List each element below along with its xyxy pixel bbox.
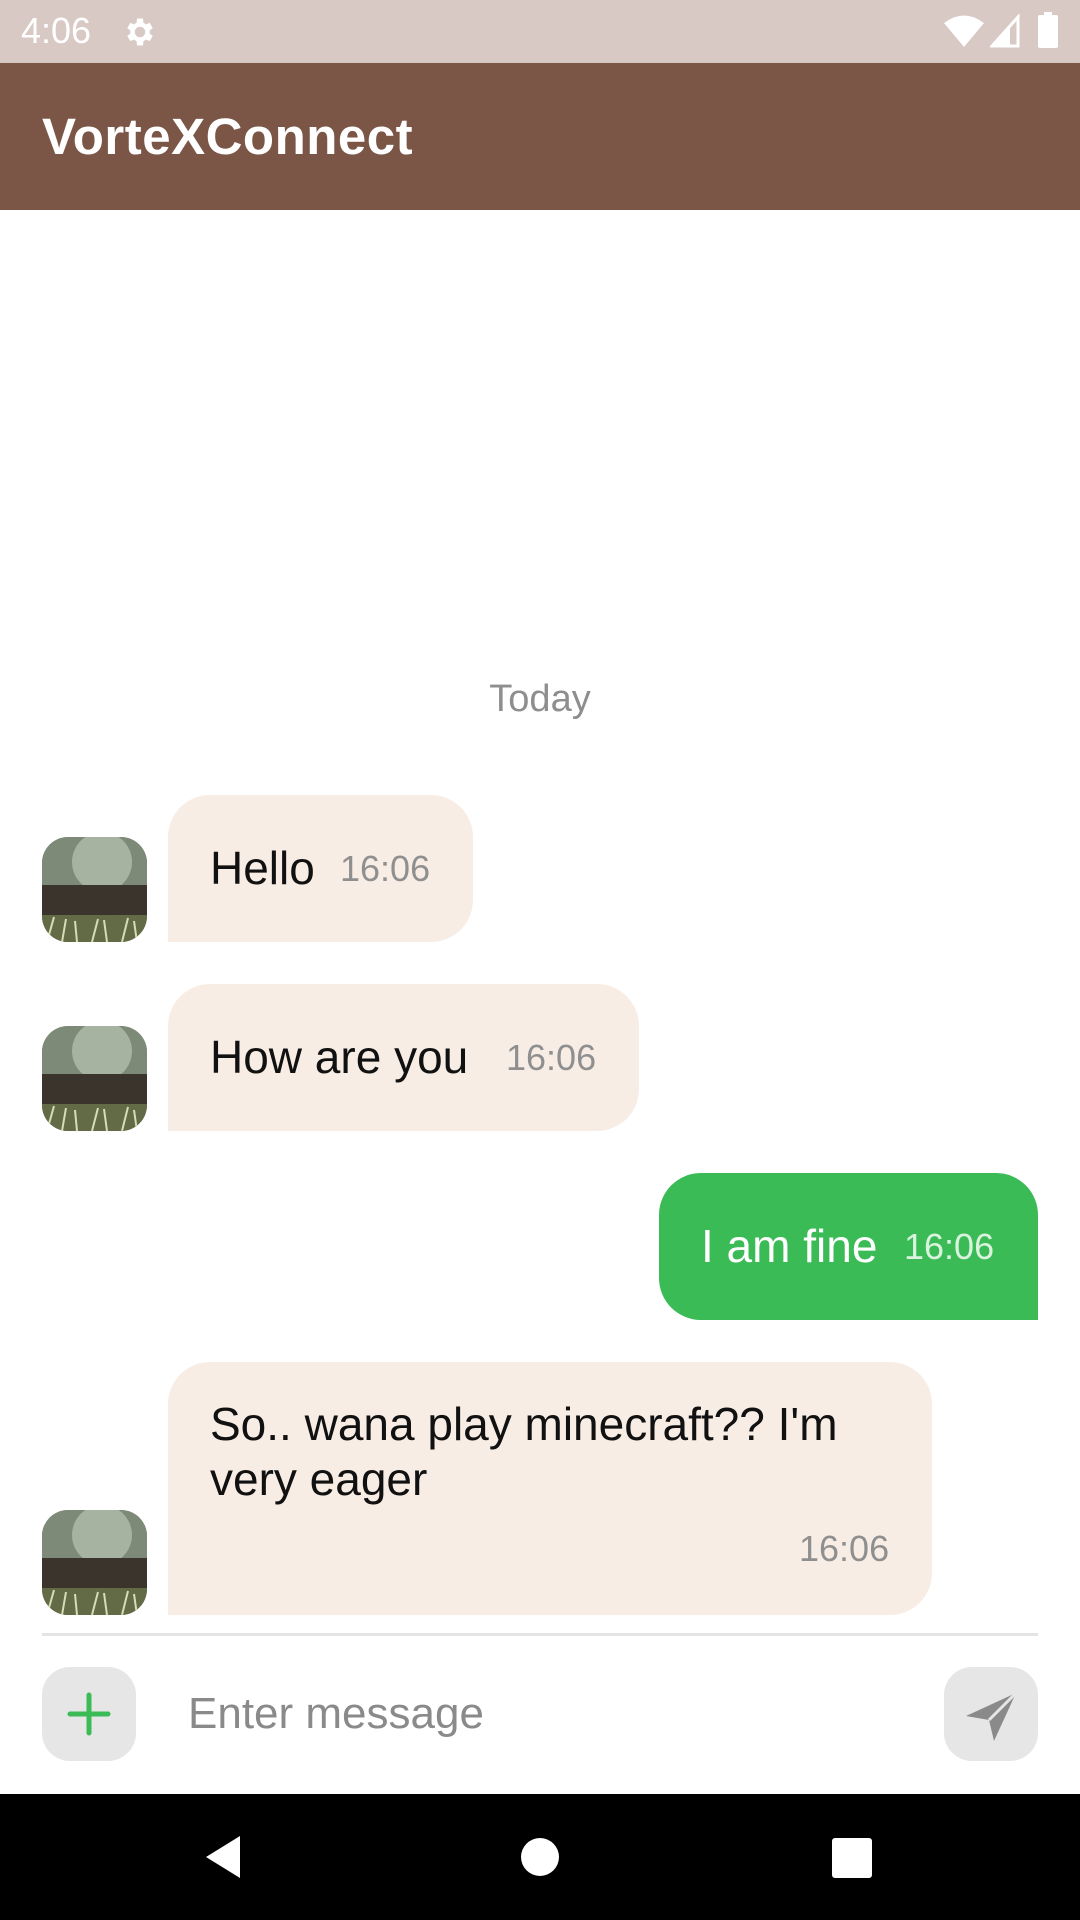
battery-icon xyxy=(1038,12,1058,48)
app-title: VorteXConnect xyxy=(42,108,414,165)
add-attachment-button[interactable] xyxy=(42,1667,136,1761)
back-icon[interactable] xyxy=(200,1830,254,1884)
contact-avatar[interactable] xyxy=(42,1510,147,1615)
message-bubble-incoming[interactable]: Hello 16:06 xyxy=(168,795,473,942)
message-time: 16:06 xyxy=(340,848,431,889)
message-text: Hello xyxy=(210,842,315,894)
send-icon xyxy=(966,1691,1018,1741)
system-nav-bar xyxy=(0,1794,1080,1920)
message-text: How are you xyxy=(210,1031,469,1083)
wifi-icon xyxy=(944,15,984,47)
settings-icon xyxy=(127,18,153,46)
contact-avatar[interactable] xyxy=(42,1026,147,1131)
message-time: 16:06 xyxy=(904,1226,995,1267)
message-time: 16:06 xyxy=(506,1037,597,1078)
recents-icon[interactable] xyxy=(830,1830,874,1884)
message-bubble-outgoing[interactable]: I am fine 16:06 xyxy=(659,1173,1038,1320)
message-input[interactable] xyxy=(188,1684,908,1744)
status-time: 4:06 xyxy=(21,10,92,51)
home-icon[interactable] xyxy=(518,1830,562,1884)
contact-avatar[interactable] xyxy=(42,837,147,942)
send-button[interactable] xyxy=(944,1667,1038,1761)
plus-icon xyxy=(67,1692,111,1736)
message-text: I am fine xyxy=(701,1220,878,1272)
message-text-line-1: So.. wana play minecraft?? I'm xyxy=(210,1398,838,1450)
app-bar: VorteXConnect xyxy=(0,63,1080,210)
chat-message-list[interactable]: Today Hello 16:06 How are you 16:06 I am… xyxy=(0,210,1080,1634)
composer-divider xyxy=(42,1633,1038,1636)
message-text-line-2: very eager xyxy=(210,1453,428,1505)
message-bubble-incoming[interactable]: How are you 16:06 xyxy=(168,984,639,1131)
cell-signal-icon xyxy=(990,14,1020,48)
status-bar: 4:06 xyxy=(0,0,1080,63)
date-separator: Today xyxy=(489,678,591,720)
message-time: 16:06 xyxy=(799,1528,890,1569)
message-bubble-incoming[interactable]: So.. wana play minecraft?? I'm very eage… xyxy=(168,1362,932,1615)
